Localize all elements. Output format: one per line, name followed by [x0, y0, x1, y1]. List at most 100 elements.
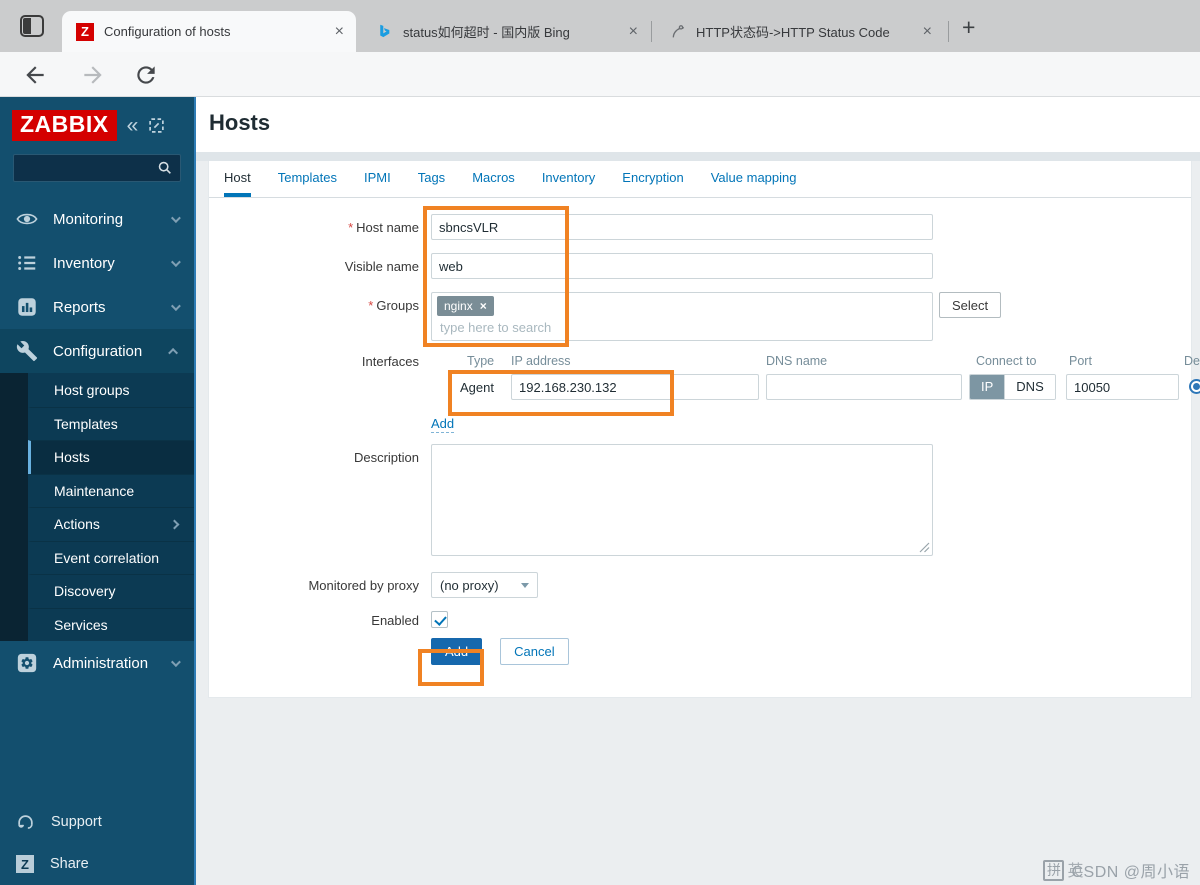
connect-ip-segment[interactable]: IP: [970, 375, 1004, 399]
enabled-checkbox[interactable]: [431, 611, 448, 628]
connect-dns-segment[interactable]: DNS: [1004, 375, 1054, 399]
add-interface-link[interactable]: Add: [431, 416, 454, 433]
browser-toolbar: 不安全 | 192.168.230.101/hosts.php?form=cre…: [0, 52, 1200, 97]
host-form-card: Host Templates IPMI Tags Macros Inventor…: [208, 161, 1192, 698]
refresh-button[interactable]: [133, 62, 159, 88]
sidebar-item-reports[interactable]: Reports: [0, 285, 194, 329]
groups-multiselect[interactable]: nginx × type here to search: [431, 292, 933, 341]
submenu-label: Maintenance: [54, 483, 178, 499]
interface-port-input[interactable]: [1066, 374, 1179, 400]
watermark-overlay-glyph: 英: [1067, 857, 1084, 881]
visible-name-label: Visible name: [209, 253, 431, 279]
required-mark: *: [368, 298, 373, 313]
host-name-label: *Host name: [209, 214, 431, 240]
proxy-label: Monitored by proxy: [209, 572, 431, 598]
bing-icon: [376, 23, 393, 40]
page-title: Hosts: [209, 110, 270, 136]
tab-value-mapping[interactable]: Value mapping: [711, 161, 797, 197]
interfaces-label: Interfaces: [209, 354, 431, 442]
header-divider: [196, 152, 1200, 161]
configuration-submenu: Host groups Templates Hosts Maintenance …: [0, 373, 194, 641]
sidebar-item-monitoring[interactable]: Monitoring: [0, 197, 194, 241]
group-chip-nginx: nginx ×: [437, 296, 494, 316]
proxy-select[interactable]: (no proxy): [431, 572, 538, 598]
description-textarea[interactable]: [431, 444, 933, 556]
tab-ipmi[interactable]: IPMI: [364, 161, 391, 197]
close-icon[interactable]: ×: [333, 24, 346, 40]
chevron-down-icon: [171, 301, 181, 311]
sidebar-collapse-button[interactable]: «: [127, 115, 139, 136]
sidebar-item-configuration[interactable]: Configuration: [0, 329, 194, 373]
sidebar-item-share[interactable]: Z Share: [0, 843, 194, 885]
browser-tab-zabbix[interactable]: Z Configuration of hosts ×: [62, 11, 356, 52]
sidebar-item-maintenance[interactable]: Maintenance: [28, 474, 194, 508]
watermark-text: CSDN @周小语 英: [1071, 858, 1190, 882]
sidebar-item-templates[interactable]: Templates: [28, 407, 194, 441]
sidebar-search-input[interactable]: [13, 154, 181, 182]
sidebar-item-discovery[interactable]: Discovery: [28, 574, 194, 608]
sidebar-item-actions[interactable]: Actions: [28, 507, 194, 541]
tab-macros[interactable]: Macros: [472, 161, 515, 197]
tab-title: HTTP状态码->HTTP Status Code: [696, 22, 911, 41]
browser-tab-http-status[interactable]: HTTP状态码->HTTP Status Code ×: [656, 11, 944, 52]
tab-divider: [948, 21, 949, 42]
sidebar-item-support[interactable]: Support: [0, 801, 194, 843]
chip-remove-icon[interactable]: ×: [480, 299, 487, 313]
page-header: Hosts: [196, 97, 1200, 152]
connect-to-toggle: IP DNS: [969, 374, 1056, 400]
groups-search-placeholder[interactable]: type here to search: [437, 316, 927, 335]
submenu-label: Event correlation: [54, 550, 178, 566]
add-button[interactable]: Add: [431, 638, 482, 665]
submenu-label: Discovery: [54, 583, 178, 599]
chip-label: nginx: [444, 299, 473, 313]
search-icon: [157, 160, 173, 176]
zabbix-logo[interactable]: ZABBIX: [12, 110, 117, 141]
interface-dns-input[interactable]: [766, 374, 962, 400]
sidebar-item-label: Monitoring: [53, 211, 156, 228]
submenu-label: Actions: [54, 516, 171, 532]
pen-icon: [670, 24, 686, 40]
new-tab-button[interactable]: +: [962, 16, 975, 38]
sidebar-item-inventory[interactable]: Inventory: [0, 241, 194, 285]
submenu-label: Services: [54, 617, 178, 633]
tab-title: Configuration of hosts: [104, 24, 323, 39]
visible-name-input[interactable]: [431, 253, 933, 279]
required-mark: *: [348, 220, 353, 235]
interface-type-agent: Agent: [460, 380, 494, 395]
tab-inventory[interactable]: Inventory: [542, 161, 595, 197]
resize-grip-icon[interactable]: [919, 542, 930, 553]
interface-ip-input[interactable]: [511, 374, 759, 400]
browser-tab-strip: Z Configuration of hosts × status如何超时 - …: [0, 0, 1200, 52]
back-button[interactable]: [22, 62, 48, 88]
default-interface-radio[interactable]: [1189, 379, 1200, 394]
chevron-down-icon: [521, 583, 529, 588]
tab-encryption[interactable]: Encryption: [622, 161, 683, 197]
sidebar-item-host-groups[interactable]: Host groups: [28, 373, 194, 407]
sidebar-item-services[interactable]: Services: [28, 608, 194, 642]
groups-select-button[interactable]: Select: [939, 292, 1001, 318]
tab-templates[interactable]: Templates: [278, 161, 337, 197]
close-icon[interactable]: ×: [921, 24, 934, 40]
browser-tab-bing[interactable]: status如何超时 - 国内版 Bing ×: [362, 11, 650, 52]
sidebar-item-hosts[interactable]: Hosts: [28, 440, 194, 474]
bar-chart-icon: [16, 296, 38, 318]
chevron-down-icon: [171, 657, 181, 667]
sidebar-expand-icon[interactable]: [148, 117, 165, 134]
tab-tags[interactable]: Tags: [418, 161, 445, 197]
host-name-input[interactable]: [431, 214, 933, 240]
cancel-button[interactable]: Cancel: [500, 638, 568, 665]
tab-host[interactable]: Host: [224, 161, 251, 197]
forward-button[interactable]: [80, 62, 106, 88]
chevron-up-icon: [168, 347, 178, 357]
sidebar-item-label: Share: [50, 856, 89, 872]
tab-actions-icon[interactable]: [20, 15, 44, 37]
sidebar-item-label: Administration: [53, 655, 156, 672]
sidebar-item-event-correlation[interactable]: Event correlation: [28, 541, 194, 575]
close-icon[interactable]: ×: [627, 24, 640, 40]
tab-divider: [651, 21, 652, 42]
sidebar-item-administration[interactable]: Administration: [0, 641, 194, 685]
col-ip-address: IP address: [511, 354, 571, 368]
chevron-down-icon: [171, 213, 181, 223]
submenu-label: Hosts: [54, 449, 178, 465]
submenu-label: Templates: [54, 416, 178, 432]
